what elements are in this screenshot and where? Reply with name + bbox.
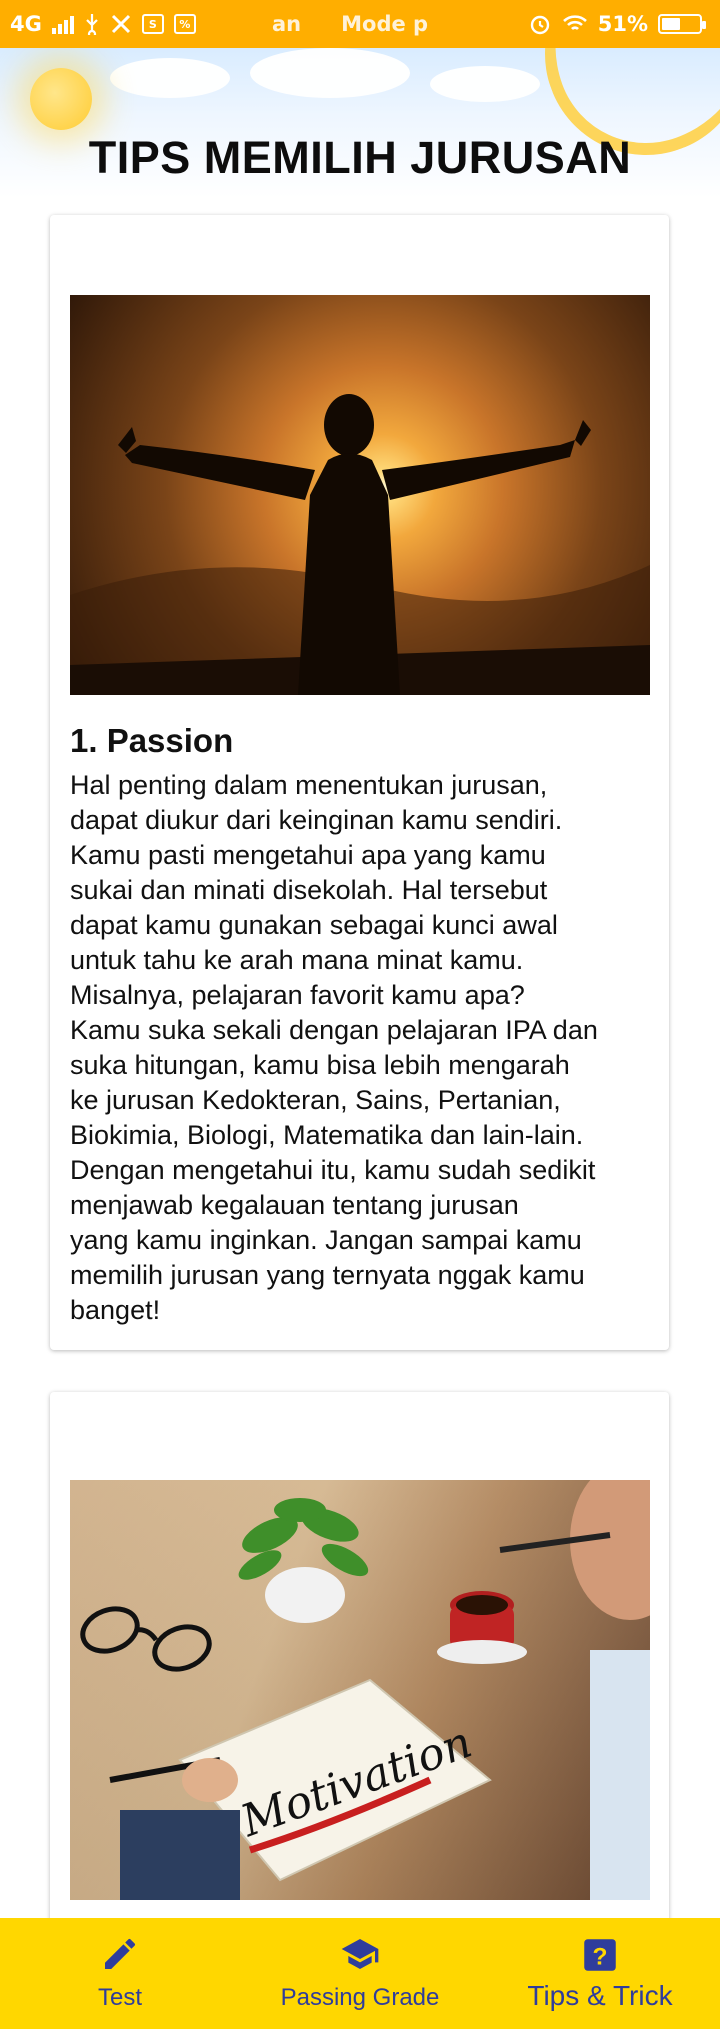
screenshot-icon: S [141,14,164,34]
silhouette-illustration [70,394,650,695]
bottom-navigation: Test Passing Grade ? Tips & Trick [0,1918,720,2029]
battery-fill [662,18,681,30]
wifi-icon [562,15,587,31]
motivation-illustration: Motivation [70,1480,650,1900]
page-title: TIPS MEMILIH JURUSAN [88,132,632,183]
tip-image [70,295,650,695]
status-fragment-b: Mode p [341,12,429,36]
percent-icon: % [173,14,196,34]
graduation-cap-icon [341,1939,379,1969]
sun-decoration [30,68,92,130]
tip-heading: 1. Passion [70,722,234,759]
svg-text:?: ? [593,1944,608,1971]
nav-test-label: Test [97,1984,142,2011]
tip-body: Hal penting dalam menentukan jurusan, da… [70,770,598,1325]
nav-tips-trick-label: Tips & Trick [527,1980,673,2011]
cloud-decoration [250,48,410,98]
network-type: 4G [10,12,42,36]
status-bar: 4G S % an Mode p 51% [0,0,720,48]
alarm-icon [530,15,549,35]
status-right: 51% [528,0,706,48]
usb-icon [86,14,98,35]
nav-passing-grade[interactable]: Passing Grade [260,1918,460,2029]
tip-card: 1. Passion Hal penting dalam menentukan … [50,215,669,1350]
status-left: 4G S % [10,0,196,48]
signal-icon [51,14,74,34]
tools-icon [111,14,130,34]
status-notification-text: an Mode p [272,0,428,48]
nav-test[interactable]: Test [40,1918,200,2029]
pencil-icon [105,1938,136,1969]
tip-image: Motivation [70,1480,650,1900]
battery-percent: 51% [597,12,648,36]
nav-passing-grade-label: Passing Grade [280,1984,440,2011]
battery-icon [658,14,706,34]
cloud-decoration [430,66,540,102]
cloud-decoration [110,58,230,98]
tip-card: Motivation [50,1392,669,1952]
help-box-icon: ? [584,1939,616,1971]
status-fragment-a: an [272,12,302,36]
nav-tips-trick[interactable]: ? Tips & Trick [510,1918,690,2029]
